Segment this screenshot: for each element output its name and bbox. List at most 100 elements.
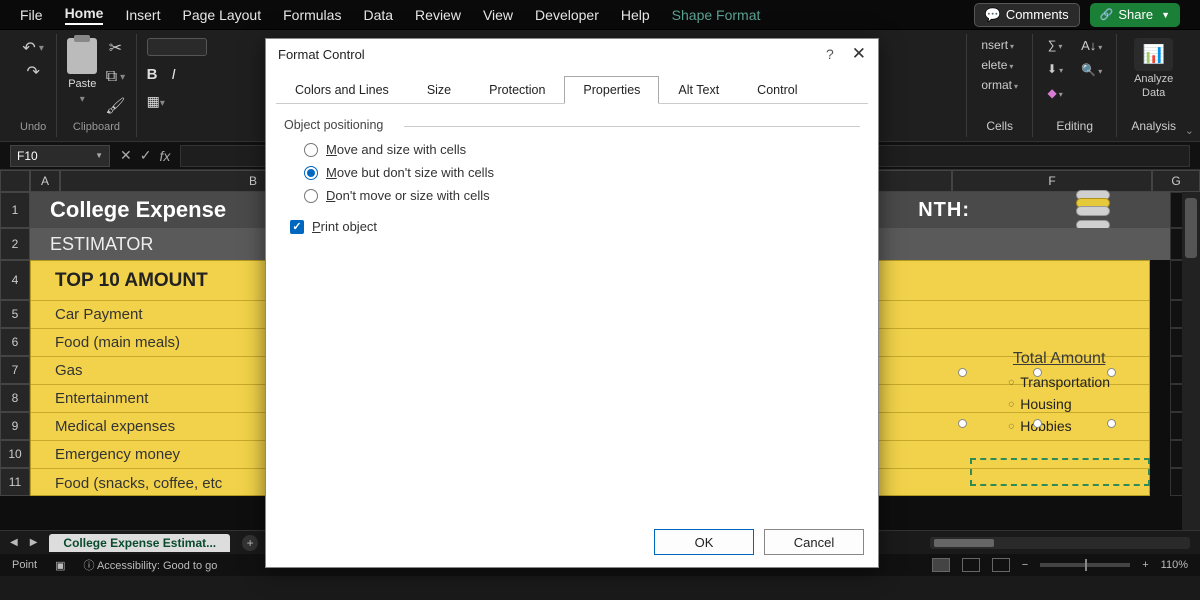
format-cells-button[interactable]: ormat▾ — [981, 78, 1018, 92]
copy-button[interactable]: ⧉▾ — [106, 68, 125, 86]
tab-developer[interactable]: Developer — [535, 7, 599, 23]
share-button[interactable]: Share ▼ — [1090, 3, 1180, 27]
horizontal-scrollbar[interactable] — [930, 537, 1190, 549]
tab-home[interactable]: Home — [65, 5, 104, 25]
group-undo-label: Undo — [20, 121, 46, 133]
tab-review[interactable]: Review — [415, 7, 461, 23]
row-header[interactable]: 8 — [0, 384, 30, 412]
row-header[interactable]: 5 — [0, 300, 30, 328]
tab-data[interactable]: Data — [363, 7, 393, 23]
name-box[interactable]: F10 ▼ — [10, 145, 110, 167]
dialog-tab-colors[interactable]: Colors and Lines — [276, 76, 408, 104]
row-header[interactable]: 7 — [0, 356, 30, 384]
dialog-title: Format Control — [278, 47, 365, 62]
paste-icon — [67, 38, 97, 74]
radio-icon — [304, 189, 318, 203]
sort-filter-button[interactable]: A↓▾ — [1081, 38, 1102, 53]
group-editing-label: Editing — [1056, 119, 1093, 133]
new-sheet-button[interactable]: + — [242, 535, 258, 551]
clear-button[interactable]: ◆▾ — [1047, 86, 1062, 100]
macro-record-icon[interactable]: ▣ — [55, 559, 65, 572]
tab-formulas[interactable]: Formulas — [283, 7, 341, 23]
comments-label: Comments — [1006, 7, 1069, 22]
find-select-button[interactable]: 🔍▾ — [1081, 63, 1102, 77]
dialog-tab-protection[interactable]: Protection — [470, 76, 564, 104]
col-header-a[interactable]: A — [30, 170, 60, 192]
view-normal-button[interactable] — [932, 558, 950, 572]
radio-move-no-size[interactable]: Move but don't size with cells — [304, 165, 860, 180]
vertical-scrollbar[interactable] — [1182, 192, 1200, 530]
radio-no-move-no-size[interactable]: Don't move or size with cells — [304, 188, 860, 203]
ok-button[interactable]: OK — [654, 529, 754, 555]
zoom-slider[interactable] — [1040, 563, 1130, 567]
comment-icon: 💬 — [985, 7, 1001, 23]
group-undo: ↶▾ ↷ Undo — [10, 34, 57, 137]
col-header-b[interactable]: B — [60, 170, 266, 192]
month-label: NTH: — [918, 199, 970, 222]
tab-view[interactable]: View — [483, 7, 513, 23]
row-header[interactable]: 2 — [0, 228, 30, 260]
group-analysis-label: Analysis — [1131, 119, 1176, 133]
sheet-tab[interactable]: College Expense Estimat... — [49, 534, 230, 552]
format-painter-button[interactable]: 🖌 — [105, 96, 125, 116]
accessibility-status[interactable]: ⓘ Accessibility: Good to go — [83, 557, 217, 573]
dialog-close-button[interactable]: ✕ — [852, 44, 866, 64]
undo-button[interactable]: ↶▾ — [22, 38, 43, 58]
group-clipboard-label: Clipboard — [73, 121, 120, 133]
group-cells: nsert▾ elete▾ ormat▾ Cells — [966, 34, 1032, 137]
italic-button[interactable]: I — [171, 66, 175, 83]
tab-help[interactable]: Help — [621, 7, 650, 23]
checkbox-icon-checked: ✓ — [290, 220, 304, 234]
view-page-break-button[interactable] — [992, 558, 1010, 572]
insert-cells-button[interactable]: nsert▾ — [981, 38, 1018, 52]
row-header[interactable]: 10 — [0, 440, 30, 468]
bold-button[interactable]: B — [147, 66, 158, 83]
view-page-layout-button[interactable] — [962, 558, 980, 572]
row-header[interactable]: 9 — [0, 412, 30, 440]
tab-file[interactable]: File — [20, 7, 43, 23]
checkbox-print-object[interactable]: ✓ Print object — [290, 219, 860, 234]
tab-shape-format[interactable]: Shape Format — [672, 7, 761, 23]
dialog-tab-size[interactable]: Size — [408, 76, 470, 104]
sheet-nav-prev[interactable]: ◀ — [10, 537, 18, 548]
analyze-data-button[interactable]: 📊 Analyze Data — [1134, 38, 1173, 99]
fx-icon[interactable]: fx — [159, 148, 170, 164]
col-header-g[interactable]: G — [1152, 170, 1200, 192]
comments-button[interactable]: 💬 Comments — [974, 3, 1080, 27]
row-header[interactable]: 4 — [0, 260, 30, 300]
cancel-formula-icon[interactable]: ✕ — [120, 147, 132, 164]
zoom-out-button[interactable]: − — [1022, 559, 1028, 571]
ribbon-collapse-button[interactable]: ⌄ — [1185, 124, 1194, 137]
select-all-corner[interactable] — [0, 170, 30, 192]
dialog-tab-control[interactable]: Control — [738, 76, 816, 104]
redo-button[interactable]: ↷ — [26, 62, 39, 82]
zoom-value[interactable]: 110% — [1161, 559, 1188, 571]
borders-button[interactable]: ▦▾ — [147, 93, 165, 110]
radio-move-and-size[interactable]: Move and size with cells — [304, 142, 860, 157]
status-mode: Point — [12, 559, 37, 571]
fill-button[interactable]: ⬇▾ — [1047, 62, 1063, 76]
radio-icon — [304, 143, 318, 157]
paste-button[interactable]: Paste ▾ — [67, 38, 97, 105]
chevron-down-icon: ▼ — [1161, 10, 1170, 20]
dialog-tabs: Colors and Lines Size Protection Propert… — [276, 75, 868, 104]
sheet-nav-next[interactable]: ▶ — [30, 537, 38, 548]
row-header[interactable]: 1 — [0, 192, 30, 228]
tab-insert[interactable]: Insert — [125, 7, 160, 23]
row-header[interactable]: 11 — [0, 468, 30, 496]
shape-selection[interactable] — [962, 372, 1112, 424]
zoom-in-button[interactable]: + — [1142, 559, 1148, 571]
dialog-help-button[interactable]: ? — [826, 46, 834, 62]
share-label: Share — [1118, 7, 1153, 22]
cancel-button[interactable]: Cancel — [764, 529, 864, 555]
row-header[interactable]: 6 — [0, 328, 30, 356]
chevron-down-icon: ▼ — [95, 151, 103, 160]
font-name[interactable] — [147, 38, 207, 56]
enter-formula-icon[interactable]: ✓ — [140, 147, 152, 164]
autosum-button[interactable]: ∑▾ — [1048, 38, 1063, 52]
dialog-tab-properties[interactable]: Properties — [564, 76, 659, 104]
tab-page-layout[interactable]: Page Layout — [182, 7, 261, 23]
dialog-tab-alt-text[interactable]: Alt Text — [659, 76, 738, 104]
cut-button[interactable]: ✂ — [109, 38, 122, 58]
delete-cells-button[interactable]: elete▾ — [981, 58, 1018, 72]
